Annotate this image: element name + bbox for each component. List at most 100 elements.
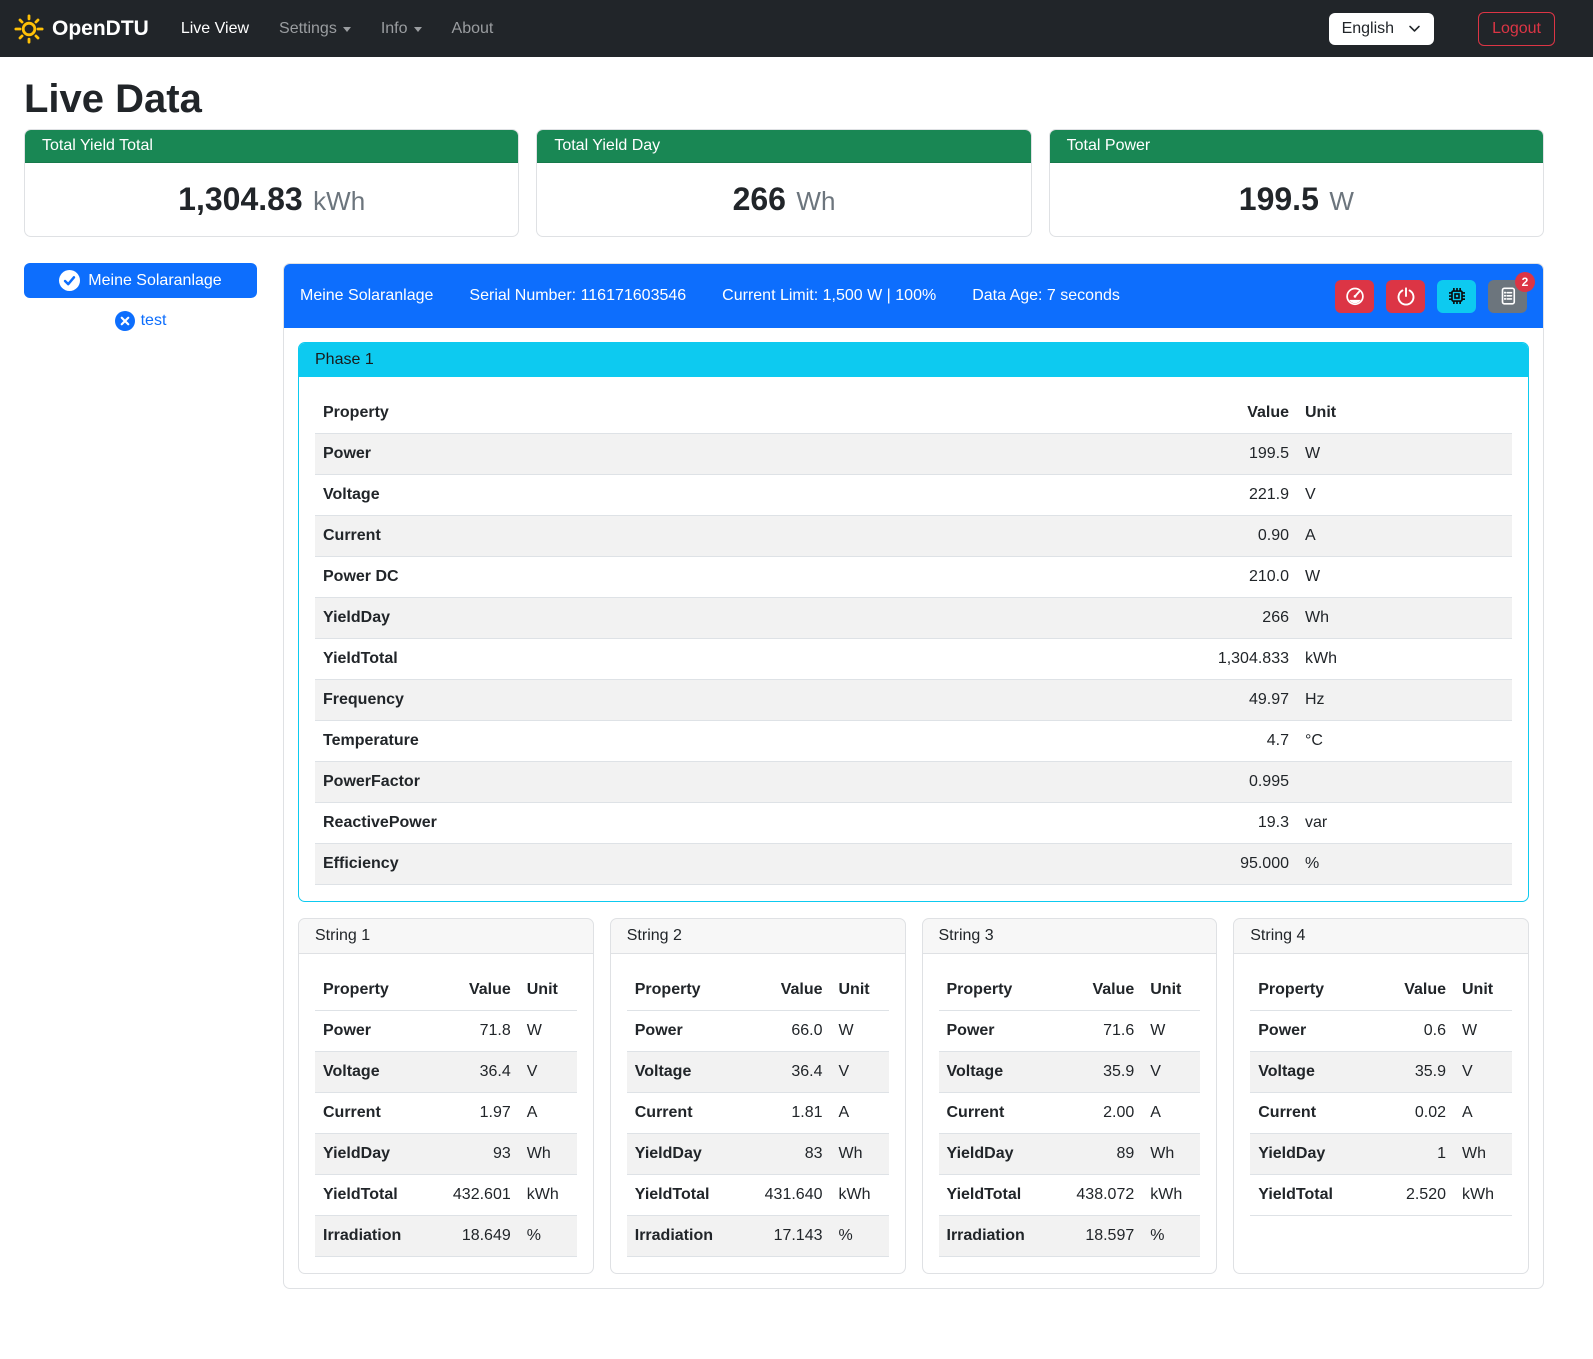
total-power-value: 199.5 — [1239, 181, 1319, 217]
table-row: YieldDay266Wh — [315, 598, 1512, 639]
value-cell: 0.995 — [1157, 762, 1297, 803]
unit-cell: Wh — [1454, 1134, 1512, 1175]
nav-item-live-view[interactable]: Live View — [181, 20, 249, 38]
property-cell: Irradiation — [315, 1216, 414, 1257]
nav-item-settings[interactable]: Settings — [279, 20, 351, 38]
limit-settings-button[interactable] — [1335, 280, 1374, 313]
unit-cell: A — [831, 1093, 889, 1134]
property-cell: YieldTotal — [315, 639, 1157, 680]
value-cell: 266 — [1157, 598, 1297, 639]
value-cell: 89 — [1037, 1134, 1142, 1175]
unit-cell: A — [1297, 516, 1512, 557]
col-unit: Unit — [1142, 970, 1200, 1011]
unit-cell: % — [1142, 1216, 1200, 1257]
unit-cell: W — [1297, 557, 1512, 598]
logout-button[interactable]: Logout — [1478, 12, 1555, 46]
caret-down-icon — [414, 27, 422, 32]
table-row: YieldTotal431.640kWh — [627, 1175, 889, 1216]
string-title: String 1 — [299, 919, 593, 954]
unit-cell: °C — [1297, 721, 1512, 762]
value-cell: 36.4 — [726, 1052, 831, 1093]
unit-cell: kWh — [1297, 639, 1512, 680]
table-header-row: Property Value Unit — [315, 970, 577, 1011]
value-cell: 36.4 — [414, 1052, 519, 1093]
table-row: Irradiation18.597% — [939, 1216, 1201, 1257]
chevron-down-icon — [1408, 22, 1421, 35]
value-cell: 18.649 — [414, 1216, 519, 1257]
property-cell: YieldDay — [315, 1134, 414, 1175]
value-cell: 0.90 — [1157, 516, 1297, 557]
property-cell: YieldDay — [627, 1134, 726, 1175]
unit-cell: kWh — [1454, 1175, 1512, 1216]
unit-cell: % — [831, 1216, 889, 1257]
property-cell: Current — [315, 516, 1157, 557]
table-row: Frequency49.97Hz — [315, 680, 1512, 721]
property-cell: Power — [315, 1011, 414, 1052]
unit-cell: A — [519, 1093, 577, 1134]
table-row: Irradiation18.649% — [315, 1216, 577, 1257]
device-info-button[interactable] — [1437, 280, 1476, 313]
inverter-panel-header: Meine Solaranlage Serial Number: 1161716… — [284, 264, 1543, 328]
value-cell: 35.9 — [1037, 1052, 1142, 1093]
unit-cell: Wh — [1297, 598, 1512, 639]
unit-cell: W — [1454, 1011, 1512, 1052]
unit-cell: % — [519, 1216, 577, 1257]
col-value: Value — [1349, 970, 1454, 1011]
property-cell: Voltage — [315, 1052, 414, 1093]
string-table: Property Value Unit Power0.6WVoltage35.9… — [1250, 970, 1512, 1216]
value-cell: 83 — [726, 1134, 831, 1175]
total-yield-total-unit: kWh — [313, 186, 365, 216]
language-select[interactable]: English — [1329, 13, 1434, 45]
property-cell: Power — [627, 1011, 726, 1052]
table-row: Power199.5W — [315, 434, 1512, 475]
unit-cell: A — [1142, 1093, 1200, 1134]
property-cell: Current — [315, 1093, 414, 1134]
current-limit: Current Limit: 1,500 W | 100% — [722, 287, 936, 305]
table-row: Power DC210.0W — [315, 557, 1512, 598]
power-button[interactable] — [1386, 280, 1425, 313]
property-cell: Frequency — [315, 680, 1157, 721]
table-row: YieldTotal432.601kWh — [315, 1175, 577, 1216]
navbar-brand[interactable]: OpenDTU — [14, 14, 149, 44]
sidebar-item-test[interactable]: test — [24, 311, 257, 331]
unit-cell: W — [1297, 434, 1512, 475]
events-button[interactable]: 2 — [1488, 280, 1527, 313]
table-header-row: Property Value Unit — [939, 970, 1201, 1011]
card-total-yield-total: Total Yield Total 1,304.83 kWh — [24, 129, 519, 237]
unit-cell: V — [1142, 1052, 1200, 1093]
string-card-4: String 4 Property Value Unit — [1233, 918, 1529, 1274]
nav-item-info[interactable]: Info — [381, 20, 422, 38]
property-cell: Power — [1250, 1011, 1349, 1052]
nav-links: Live View Settings Info About — [181, 20, 1303, 38]
sidebar-inverter-button[interactable]: Meine Solaranlage — [24, 263, 257, 298]
value-cell: 71.6 — [1037, 1011, 1142, 1052]
table-row: Current1.81A — [627, 1093, 889, 1134]
property-cell: Efficiency — [315, 844, 1157, 885]
property-cell: Voltage — [1250, 1052, 1349, 1093]
events-badge: 2 — [1515, 272, 1535, 292]
unit-cell: Wh — [1142, 1134, 1200, 1175]
string-table: Property Value Unit Power71.8WVoltage36.… — [315, 970, 577, 1257]
property-cell: Voltage — [627, 1052, 726, 1093]
x-circle-icon — [115, 311, 135, 331]
property-cell: ReactivePower — [315, 803, 1157, 844]
value-cell: 2.00 — [1037, 1093, 1142, 1134]
string-table: Property Value Unit Power66.0WVoltage36.… — [627, 970, 889, 1257]
table-row: Current0.02A — [1250, 1093, 1512, 1134]
col-property: Property — [315, 970, 414, 1011]
col-property: Property — [315, 393, 1157, 434]
value-cell: 221.9 — [1157, 475, 1297, 516]
property-cell: Irradiation — [627, 1216, 726, 1257]
value-cell: 18.597 — [1037, 1216, 1142, 1257]
table-row: Current1.97A — [315, 1093, 577, 1134]
total-yield-total-value: 1,304.83 — [178, 181, 303, 217]
inverter-sidebar: Meine Solaranlage test — [24, 263, 257, 1289]
unit-cell: kWh — [519, 1175, 577, 1216]
navbar: OpenDTU Live View Settings Info About En… — [0, 0, 1593, 57]
inverter-panel-body: Phase 1 Property Value Unit P — [284, 328, 1543, 1288]
property-cell: Power — [939, 1011, 1038, 1052]
col-value: Value — [726, 970, 831, 1011]
table-row: YieldDay93Wh — [315, 1134, 577, 1175]
nav-item-about[interactable]: About — [452, 20, 494, 38]
unit-cell: kWh — [1142, 1175, 1200, 1216]
